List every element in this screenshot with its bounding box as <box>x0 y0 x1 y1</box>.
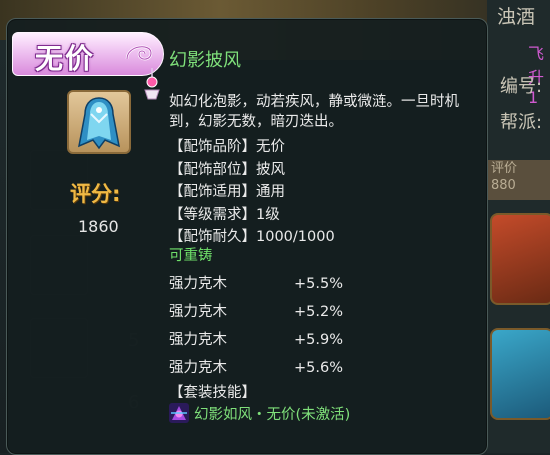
stat-value: +5.6% <box>294 360 343 376</box>
stat-value: +5.9% <box>294 332 343 348</box>
attribute-row: 【配饰品阶】无价 <box>169 136 469 159</box>
stat-row: 强力克木 +5.2% <box>169 300 343 321</box>
pendant-charm-icon <box>144 68 160 100</box>
attribute-label: 【等级需求】 <box>169 206 256 223</box>
label-faction: 帮派: <box>500 112 543 133</box>
equipment-slot-armor[interactable] <box>490 213 550 305</box>
attribute-value: 披风 <box>256 161 285 178</box>
stat-name: 强力克木 <box>169 276 227 292</box>
attribute-row: 【配饰适用】通用 <box>169 181 469 204</box>
label-number: 编号: <box>500 76 543 97</box>
stat-value: +5.5% <box>294 276 343 292</box>
item-description: 如幻化泡影，动若疾风，静或微涟。一旦时机到，幻影无数，暗刃迭出。 <box>169 94 459 130</box>
set-skill-row: 幻影如风・无价(未激活) <box>169 402 350 424</box>
character-name: 浊酒 <box>497 6 536 28</box>
attribute-value: 无价 <box>256 139 285 155</box>
set-skill-icon <box>169 403 189 423</box>
attribute-label: 【配饰品阶】 <box>169 139 256 155</box>
attribute-value: 通用 <box>256 184 285 201</box>
rating-label: 评价 <box>491 161 518 176</box>
stat-name: 强力克木 <box>169 304 227 320</box>
rating-value: 880 <box>491 178 516 193</box>
set-skill-title: 【套装技能】 <box>169 385 256 401</box>
stat-row: 强力克木 +5.5% <box>169 272 343 293</box>
cloak-icon <box>78 97 120 150</box>
grade-badge-label: 无价 <box>35 42 96 75</box>
stat-value: +5.2% <box>294 304 343 320</box>
recastable-label: 可重铸 <box>169 248 213 264</box>
score-value: 1860 <box>78 217 119 236</box>
stat-row: 强力克木 +5.6% <box>169 356 343 377</box>
attribute-label: 【配饰耐久】 <box>169 229 256 246</box>
rating-box: 评价 880 <box>487 160 550 200</box>
swirl-ornament-icon <box>125 45 153 61</box>
attribute-row: 【等级需求】1级 <box>169 204 469 227</box>
attribute-label: 【配饰适用】 <box>169 184 256 201</box>
attribute-row: 【配饰耐久】1000/1000 <box>169 226 469 249</box>
stat-name: 强力克木 <box>169 332 227 348</box>
attribute-value: 1000/1000 <box>256 229 335 246</box>
attribute-list: 【配饰品阶】无价 【配饰部位】披风 【配饰适用】通用 【等级需求】1级 【配饰耐… <box>169 136 469 249</box>
set-skill-text: 幻影如风・无价(未激活) <box>194 406 351 423</box>
stat-row: 强力克木 +5.9% <box>169 328 343 349</box>
attribute-row: 【配饰部位】披风 <box>169 159 469 182</box>
equipment-slot-cloak[interactable] <box>490 328 550 420</box>
item-icon-frame <box>67 90 131 154</box>
attribute-label: 【配饰部位】 <box>169 161 256 178</box>
stat-name: 强力克木 <box>169 360 227 376</box>
attribute-value: 1级 <box>256 206 280 223</box>
item-name: 幻影披风 <box>169 50 241 71</box>
score-label: 评分: <box>70 182 121 206</box>
